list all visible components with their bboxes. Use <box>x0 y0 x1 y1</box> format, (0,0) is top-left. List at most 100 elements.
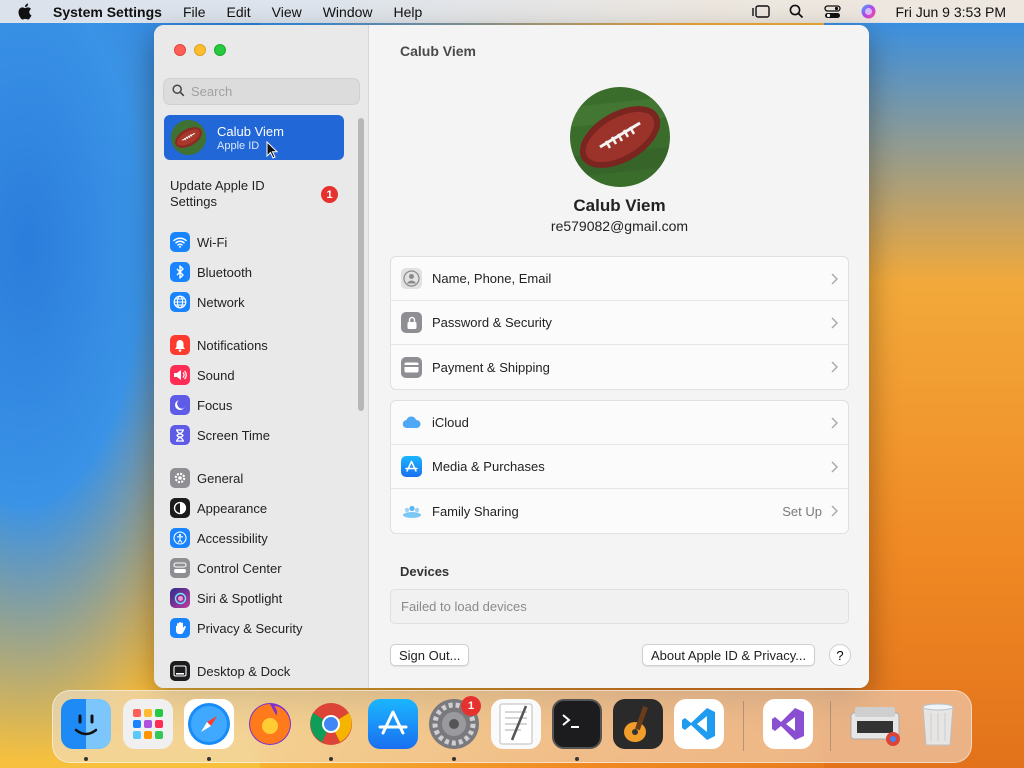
sidebar-item-focus[interactable]: Focus <box>170 390 270 420</box>
firefox-icon[interactable] <box>245 699 295 749</box>
row-family-sharing[interactable]: Family Sharing Set Up <box>391 489 848 533</box>
profile-photo[interactable] <box>570 87 670 187</box>
sidebar-item-privacy-security[interactable]: Privacy & Security <box>170 613 302 643</box>
sidebar-item-appearance[interactable]: Appearance <box>170 493 302 523</box>
chevron-right-icon <box>831 416 838 429</box>
close-window-button[interactable] <box>174 44 186 56</box>
visual-studio-code-icon[interactable] <box>674 699 724 749</box>
sidebar-group-notifications: Notifications Sound Focus Screen Time <box>170 330 270 450</box>
app-name-menu[interactable]: System Settings <box>53 4 162 20</box>
chevron-right-icon <box>831 460 838 473</box>
minimize-window-button[interactable] <box>194 44 206 56</box>
trash-icon[interactable] <box>913 699 963 749</box>
services-card: iCloud Media & Purchases Family Sharing … <box>390 400 849 534</box>
menu-view[interactable]: View <box>272 4 302 20</box>
menu-window[interactable]: Window <box>323 4 373 20</box>
row-icloud[interactable]: iCloud <box>391 401 848 445</box>
sidebar-item-label: Siri & Spotlight <box>197 590 283 606</box>
sidebar-item-label: Desktop & Dock <box>197 663 291 679</box>
lock-icon <box>401 312 422 333</box>
sidebar-item-apple-id[interactable]: Calub Viem Apple ID <box>164 115 344 160</box>
sidebar-group-network: Wi-Fi Bluetooth Network <box>170 227 252 317</box>
textedit-icon[interactable] <box>491 699 541 749</box>
zoom-window-button[interactable] <box>214 44 226 56</box>
sidebar-item-network[interactable]: Network <box>170 287 252 317</box>
sidebar-item-wifi[interactable]: Wi-Fi <box>170 227 252 257</box>
row-payment-shipping[interactable]: Payment & Shipping <box>391 345 848 389</box>
menu-file[interactable]: File <box>183 4 206 20</box>
row-name-phone-email[interactable]: Name, Phone, Email <box>391 257 848 301</box>
running-indicator <box>207 757 211 761</box>
row-label: Password & Security <box>432 315 552 330</box>
sidebar-item-accessibility[interactable]: Accessibility <box>170 523 302 553</box>
dock-separator <box>743 701 744 751</box>
row-media-purchases[interactable]: Media & Purchases <box>391 445 848 489</box>
accessibility-icon <box>170 528 190 548</box>
wifi-icon <box>170 232 190 252</box>
search-input[interactable] <box>191 84 351 99</box>
settings-notification-badge: 1 <box>461 696 481 716</box>
profile-name: Calub Viem <box>217 123 284 139</box>
sidebar-item-label: Appearance <box>197 500 268 516</box>
sidebar-item-control-center[interactable]: Control Center <box>170 553 302 583</box>
menu-bar-clock[interactable]: Fri Jun 9 3:53 PM <box>896 4 1007 20</box>
about-apple-id-privacy-button[interactable]: About Apple ID & Privacy... <box>642 644 816 666</box>
sidebar-scrollbar[interactable] <box>358 118 364 411</box>
siri-icon <box>170 588 190 608</box>
update-apple-id-label: Update Apple ID Settings <box>170 178 265 209</box>
apple-menu-icon[interactable] <box>17 3 37 20</box>
menu-bar: System Settings File Edit View Window He… <box>0 0 1024 23</box>
search-field[interactable] <box>163 78 360 105</box>
row-label: iCloud <box>432 415 469 430</box>
main-content: Calub Viem Calub Viem re579082@gmail.com… <box>370 25 869 688</box>
sidebar-item-sound[interactable]: Sound <box>170 360 270 390</box>
garageband-icon[interactable] <box>613 699 663 749</box>
chevron-right-icon <box>831 316 838 329</box>
sidebar-item-notifications[interactable]: Notifications <box>170 330 270 360</box>
row-label: Media & Purchases <box>432 459 545 474</box>
sidebar-item-siri-spotlight[interactable]: Siri & Spotlight <box>170 583 302 613</box>
help-button[interactable]: ? <box>829 644 851 666</box>
sidebar-item-label: Focus <box>197 397 233 413</box>
running-indicator <box>452 757 456 761</box>
dock-separator <box>830 701 831 751</box>
page-title: Calub Viem <box>400 43 476 59</box>
app-store-icon[interactable] <box>368 699 418 749</box>
avatar <box>171 120 206 155</box>
terminal-icon[interactable] <box>552 699 602 749</box>
sidebar-item-update-apple-id[interactable]: Update Apple ID Settings 1 <box>170 178 340 214</box>
appearance-icon <box>170 498 190 518</box>
menu-help[interactable]: Help <box>394 4 423 20</box>
devices-status: Failed to load devices <box>390 589 849 624</box>
sign-out-button[interactable]: Sign Out... <box>390 644 470 666</box>
sidebar-item-general[interactable]: General <box>170 463 302 493</box>
stage-manager-icon[interactable] <box>751 4 770 19</box>
sidebar-item-desktop-dock[interactable]: Desktop & Dock <box>170 656 290 686</box>
finder-icon[interactable] <box>61 699 111 749</box>
launchpad-icon[interactable] <box>123 699 173 749</box>
siri-icon[interactable] <box>860 4 878 19</box>
safari-icon[interactable] <box>184 699 234 749</box>
menu-edit[interactable]: Edit <box>227 4 251 20</box>
speaker-icon <box>170 365 190 385</box>
mouse-cursor-icon <box>266 141 278 159</box>
user-email: re579082@gmail.com <box>550 218 689 234</box>
chrome-app-shortcut-icon[interactable] <box>848 699 904 749</box>
running-indicator <box>84 757 88 761</box>
chrome-icon[interactable] <box>306 699 356 749</box>
globe-icon <box>170 292 190 312</box>
user-name: Calub Viem <box>573 196 666 215</box>
sidebar-item-bluetooth[interactable]: Bluetooth <box>170 257 252 287</box>
sidebar-item-label: Control Center <box>197 560 282 576</box>
sidebar-item-label: Sound <box>197 367 235 383</box>
row-label: Payment & Shipping <box>432 359 550 375</box>
bluetooth-icon <box>170 262 190 282</box>
visual-studio-icon[interactable] <box>763 699 813 749</box>
bell-icon <box>170 335 190 355</box>
spotlight-search-icon[interactable] <box>788 4 806 19</box>
sidebar-item-screen-time[interactable]: Screen Time <box>170 420 270 450</box>
control-center-icon[interactable] <box>824 4 842 19</box>
row-password-security[interactable]: Password & Security <box>391 301 848 345</box>
notification-badge: 1 <box>321 186 338 203</box>
credit-card-icon <box>401 356 422 378</box>
